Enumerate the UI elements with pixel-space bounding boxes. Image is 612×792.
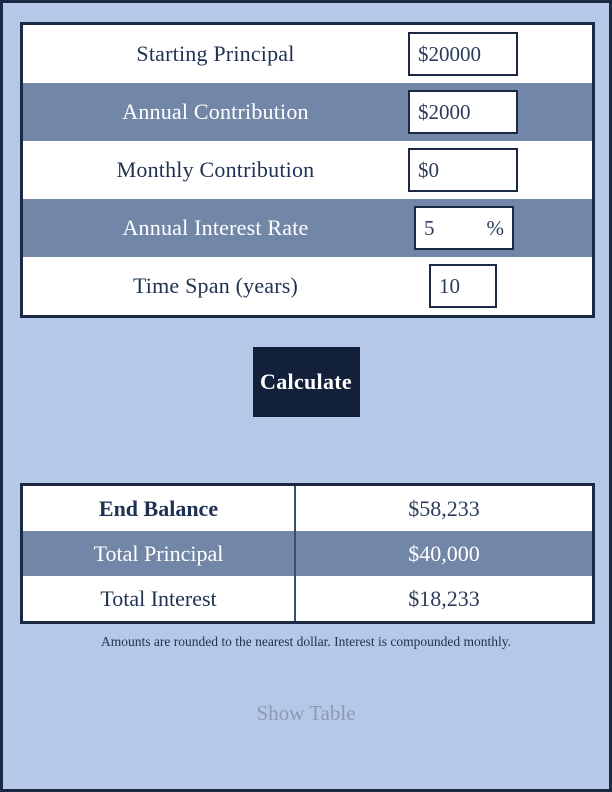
results-value-total-interest: $18,233 xyxy=(408,585,480,611)
results-label-end-balance: End Balance xyxy=(23,486,296,531)
inputs-table: Starting Principal $20000 Annual Contrib… xyxy=(20,22,595,318)
field-cell-time-span: 10 xyxy=(408,257,592,315)
field-cell-starting-principal: $20000 xyxy=(408,25,592,83)
label-annual-interest-rate: Annual Interest Rate xyxy=(122,215,309,240)
field-cell-annual-interest-rate: 5 % xyxy=(408,199,592,257)
results-label-total-interest: Total Interest xyxy=(23,576,296,621)
input-time-span[interactable]: 10 xyxy=(429,264,497,308)
percent-sign-icon: % xyxy=(486,215,505,240)
calculate-button[interactable]: Calculate xyxy=(252,347,360,417)
results-value-end-balance: $58,233 xyxy=(408,495,480,521)
field-cell-annual-contribution: $2000 xyxy=(408,83,592,141)
input-monthly-contribution[interactable]: $0 xyxy=(408,148,518,192)
input-annual-interest-rate-value: 5 xyxy=(424,215,435,240)
label-starting-principal: Starting Principal xyxy=(136,41,295,66)
label-time-span: Time Span (years) xyxy=(132,273,299,298)
form-row-time-span: Time Span (years) 10 xyxy=(23,257,592,315)
calculate-button-container: Calculate xyxy=(3,347,609,417)
input-monthly-contribution-value: $0 xyxy=(418,157,439,182)
results-label-total-principal: Total Principal xyxy=(23,531,296,576)
input-annual-interest-rate[interactable]: 5 % xyxy=(414,206,514,250)
results-row-total-principal: Total Principal $40,000 xyxy=(23,531,592,576)
form-row-starting-principal: Starting Principal $20000 xyxy=(23,25,592,83)
input-annual-contribution[interactable]: $2000 xyxy=(408,90,518,134)
input-time-span-value: 10 xyxy=(439,273,460,298)
input-starting-principal[interactable]: $20000 xyxy=(408,32,518,76)
form-row-annual-contribution: Annual Contribution $2000 xyxy=(23,83,592,141)
input-annual-contribution-value: $2000 xyxy=(418,99,471,124)
rounding-footnote: Amounts are rounded to the nearest dolla… xyxy=(100,634,512,649)
form-row-monthly-contribution: Monthly Contribution $0 xyxy=(23,141,592,199)
field-cell-monthly-contribution: $0 xyxy=(408,141,592,199)
investment-calculator-page: { "theme": { "page_background": "#b6c8e8… xyxy=(0,0,612,792)
label-annual-contribution: Annual Contribution xyxy=(122,99,309,124)
form-row-annual-interest-rate: Annual Interest Rate 5 % xyxy=(23,199,592,257)
results-row-end-balance: End Balance $58,233 xyxy=(23,486,592,531)
results-table: End Balance $58,233 Total Principal $40,… xyxy=(20,483,595,624)
label-monthly-contribution: Monthly Contribution xyxy=(116,157,315,182)
show-table-link[interactable]: Show Table xyxy=(3,701,609,726)
results-value-total-principal: $40,000 xyxy=(408,540,480,566)
results-row-total-interest: Total Interest $18,233 xyxy=(23,576,592,621)
input-starting-principal-value: $20000 xyxy=(418,41,481,66)
